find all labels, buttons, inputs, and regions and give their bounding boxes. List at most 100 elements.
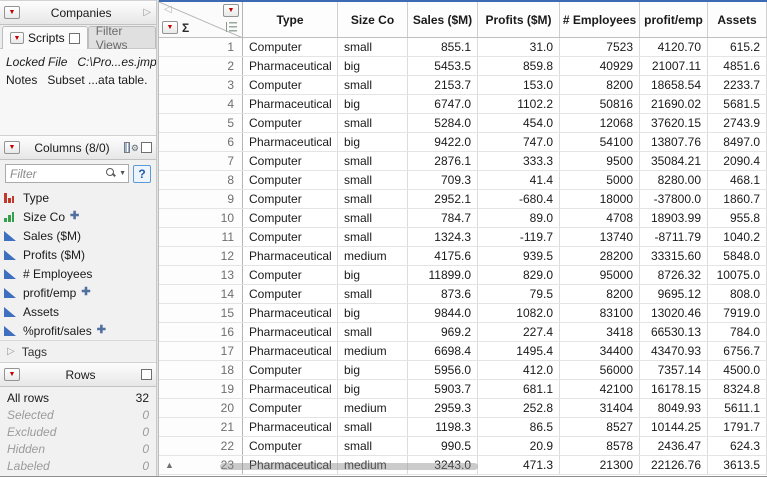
row-number-cell[interactable]: 19 [159, 380, 243, 398]
cell-profits[interactable]: 1102.2 [478, 95, 560, 113]
collapse-panel-icon[interactable]: ◁ [164, 5, 172, 15]
cell-size-co[interactable]: big [338, 133, 408, 151]
table-row[interactable]: 20 Computer medium 2959.3 252.8 31404 80… [159, 399, 767, 418]
table-row[interactable]: 18 Computer big 5956.0 412.0 56000 7357.… [159, 361, 767, 380]
cell-assets[interactable]: 2090.4 [708, 152, 767, 170]
cell-assets[interactable]: 955.8 [708, 209, 767, 227]
columns-menu-red-triangle[interactable]: ▼ [223, 4, 239, 17]
col-header-size-co[interactable]: Size Co [338, 2, 408, 37]
row-number-cell[interactable]: 9 [159, 190, 243, 208]
cell-sales[interactable]: 1324.3 [408, 228, 478, 246]
cell-assets[interactable]: 3613.5 [708, 456, 767, 474]
row-number-cell[interactable]: 21 [159, 418, 243, 436]
cell-assets[interactable]: 468.1 [708, 171, 767, 189]
cell-profits[interactable]: 454.0 [478, 114, 560, 132]
row-number-cell[interactable]: 18 [159, 361, 243, 379]
cell-employees[interactable]: 54100 [560, 133, 640, 151]
horizontal-scrollbar-thumb[interactable] [220, 463, 478, 470]
table-row[interactable]: 6 Pharmaceutical big 9422.0 747.0 54100 … [159, 133, 767, 152]
cell-size-co[interactable]: big [338, 95, 408, 113]
cell-profits[interactable]: 747.0 [478, 133, 560, 151]
cell-sales[interactable]: 5903.7 [408, 380, 478, 398]
col-header-profit-emp[interactable]: profit/emp [640, 2, 708, 37]
column-item[interactable]: Size Co [4, 207, 152, 226]
row-number-cell[interactable]: 7 [159, 152, 243, 170]
row-number-cell[interactable]: 8 [159, 171, 243, 189]
cell-type[interactable]: Computer [243, 285, 338, 303]
row-number-cell[interactable]: 10 [159, 209, 243, 227]
cell-profits[interactable]: 412.0 [478, 361, 560, 379]
cell-type[interactable]: Pharmaceutical [243, 133, 338, 151]
cell-profits[interactable]: -119.7 [478, 228, 560, 246]
cell-type[interactable]: Computer [243, 209, 338, 227]
row-number-cell[interactable]: 11 [159, 228, 243, 246]
cell-size-co[interactable]: small [338, 76, 408, 94]
cell-size-co[interactable]: small [338, 190, 408, 208]
cell-assets[interactable]: 615.2 [708, 38, 767, 56]
cell-profit-emp[interactable]: 8726.32 [640, 266, 708, 284]
filter-caret-icon[interactable]: ▼ [119, 170, 126, 177]
cell-assets[interactable]: 1860.7 [708, 190, 767, 208]
cell-size-co[interactable]: small [338, 228, 408, 246]
row-number-cell[interactable]: 22 [159, 437, 243, 455]
col-header-profits[interactable]: Profits ($M) [478, 2, 560, 37]
scroll-up-indicator[interactable]: ▲ [165, 461, 174, 470]
cell-profit-emp[interactable]: 66530.13 [640, 323, 708, 341]
cell-size-co[interactable]: small [338, 437, 408, 455]
cell-profit-emp[interactable]: 13020.46 [640, 304, 708, 322]
cell-profits[interactable]: -680.4 [478, 190, 560, 208]
cell-size-co[interactable]: small [338, 114, 408, 132]
row-number-cell[interactable]: 4 [159, 95, 243, 113]
cell-type[interactable]: Pharmaceutical [243, 342, 338, 360]
row-number-cell[interactable]: 16 [159, 323, 243, 341]
cell-type[interactable]: Computer [243, 114, 338, 132]
cell-assets[interactable]: 2743.9 [708, 114, 767, 132]
cell-sales[interactable]: 873.6 [408, 285, 478, 303]
cell-type[interactable]: Computer [243, 38, 338, 56]
cell-sales[interactable]: 2959.3 [408, 399, 478, 417]
cell-profits[interactable]: 153.0 [478, 76, 560, 94]
cell-profits[interactable]: 681.1 [478, 380, 560, 398]
cell-size-co[interactable]: small [338, 418, 408, 436]
cell-assets[interactable]: 5848.0 [708, 247, 767, 265]
cell-assets[interactable]: 2233.7 [708, 76, 767, 94]
table-row[interactable]: 12 Pharmaceutical medium 4175.6 939.5 28… [159, 247, 767, 266]
cell-sales[interactable]: 9844.0 [408, 304, 478, 322]
cell-type[interactable]: Computer [243, 228, 338, 246]
rows-red-triangle-menu[interactable]: ▼ [4, 368, 20, 381]
cell-sales[interactable]: 5956.0 [408, 361, 478, 379]
cell-type[interactable]: Computer [243, 190, 338, 208]
col-header-type[interactable]: Type [243, 2, 338, 37]
column-item[interactable]: Sales ($M) [4, 226, 152, 245]
cell-sales[interactable]: 2153.7 [408, 76, 478, 94]
cell-type[interactable]: Computer [243, 361, 338, 379]
cell-profits[interactable]: 31.0 [478, 38, 560, 56]
cell-type[interactable]: Pharmaceutical [243, 323, 338, 341]
cell-assets[interactable]: 4500.0 [708, 361, 767, 379]
cell-sales[interactable]: 990.5 [408, 437, 478, 455]
table-row[interactable]: 15 Pharmaceutical big 9844.0 1082.0 8310… [159, 304, 767, 323]
cell-assets[interactable]: 8497.0 [708, 133, 767, 151]
cell-profit-emp[interactable]: 18903.99 [640, 209, 708, 227]
cell-size-co[interactable]: medium [338, 399, 408, 417]
cell-sales[interactable]: 855.1 [408, 38, 478, 56]
cell-assets[interactable]: 6756.7 [708, 342, 767, 360]
table-row[interactable]: 21 Pharmaceutical small 1198.3 86.5 8527… [159, 418, 767, 437]
cell-sales[interactable]: 2952.1 [408, 190, 478, 208]
cell-type[interactable]: Computer [243, 266, 338, 284]
tab-scripts[interactable]: ▼ Scripts [2, 26, 88, 49]
row-stat[interactable]: Excluded 0 [4, 423, 152, 440]
cell-sales[interactable]: 5284.0 [408, 114, 478, 132]
help-button[interactable]: ? [133, 164, 151, 183]
table-row[interactable]: 4 Pharmaceutical big 6747.0 1102.2 50816… [159, 95, 767, 114]
cell-size-co[interactable]: big [338, 304, 408, 322]
cell-profit-emp[interactable]: -8711.79 [640, 228, 708, 246]
cell-sales[interactable]: 709.3 [408, 171, 478, 189]
cell-employees[interactable]: 95000 [560, 266, 640, 284]
cell-type[interactable]: Computer [243, 437, 338, 455]
cell-profit-emp[interactable]: 9695.12 [640, 285, 708, 303]
cell-profit-emp[interactable]: 7357.14 [640, 361, 708, 379]
cell-type[interactable]: Computer [243, 152, 338, 170]
cell-sales[interactable]: 2876.1 [408, 152, 478, 170]
cell-size-co[interactable]: small [338, 285, 408, 303]
